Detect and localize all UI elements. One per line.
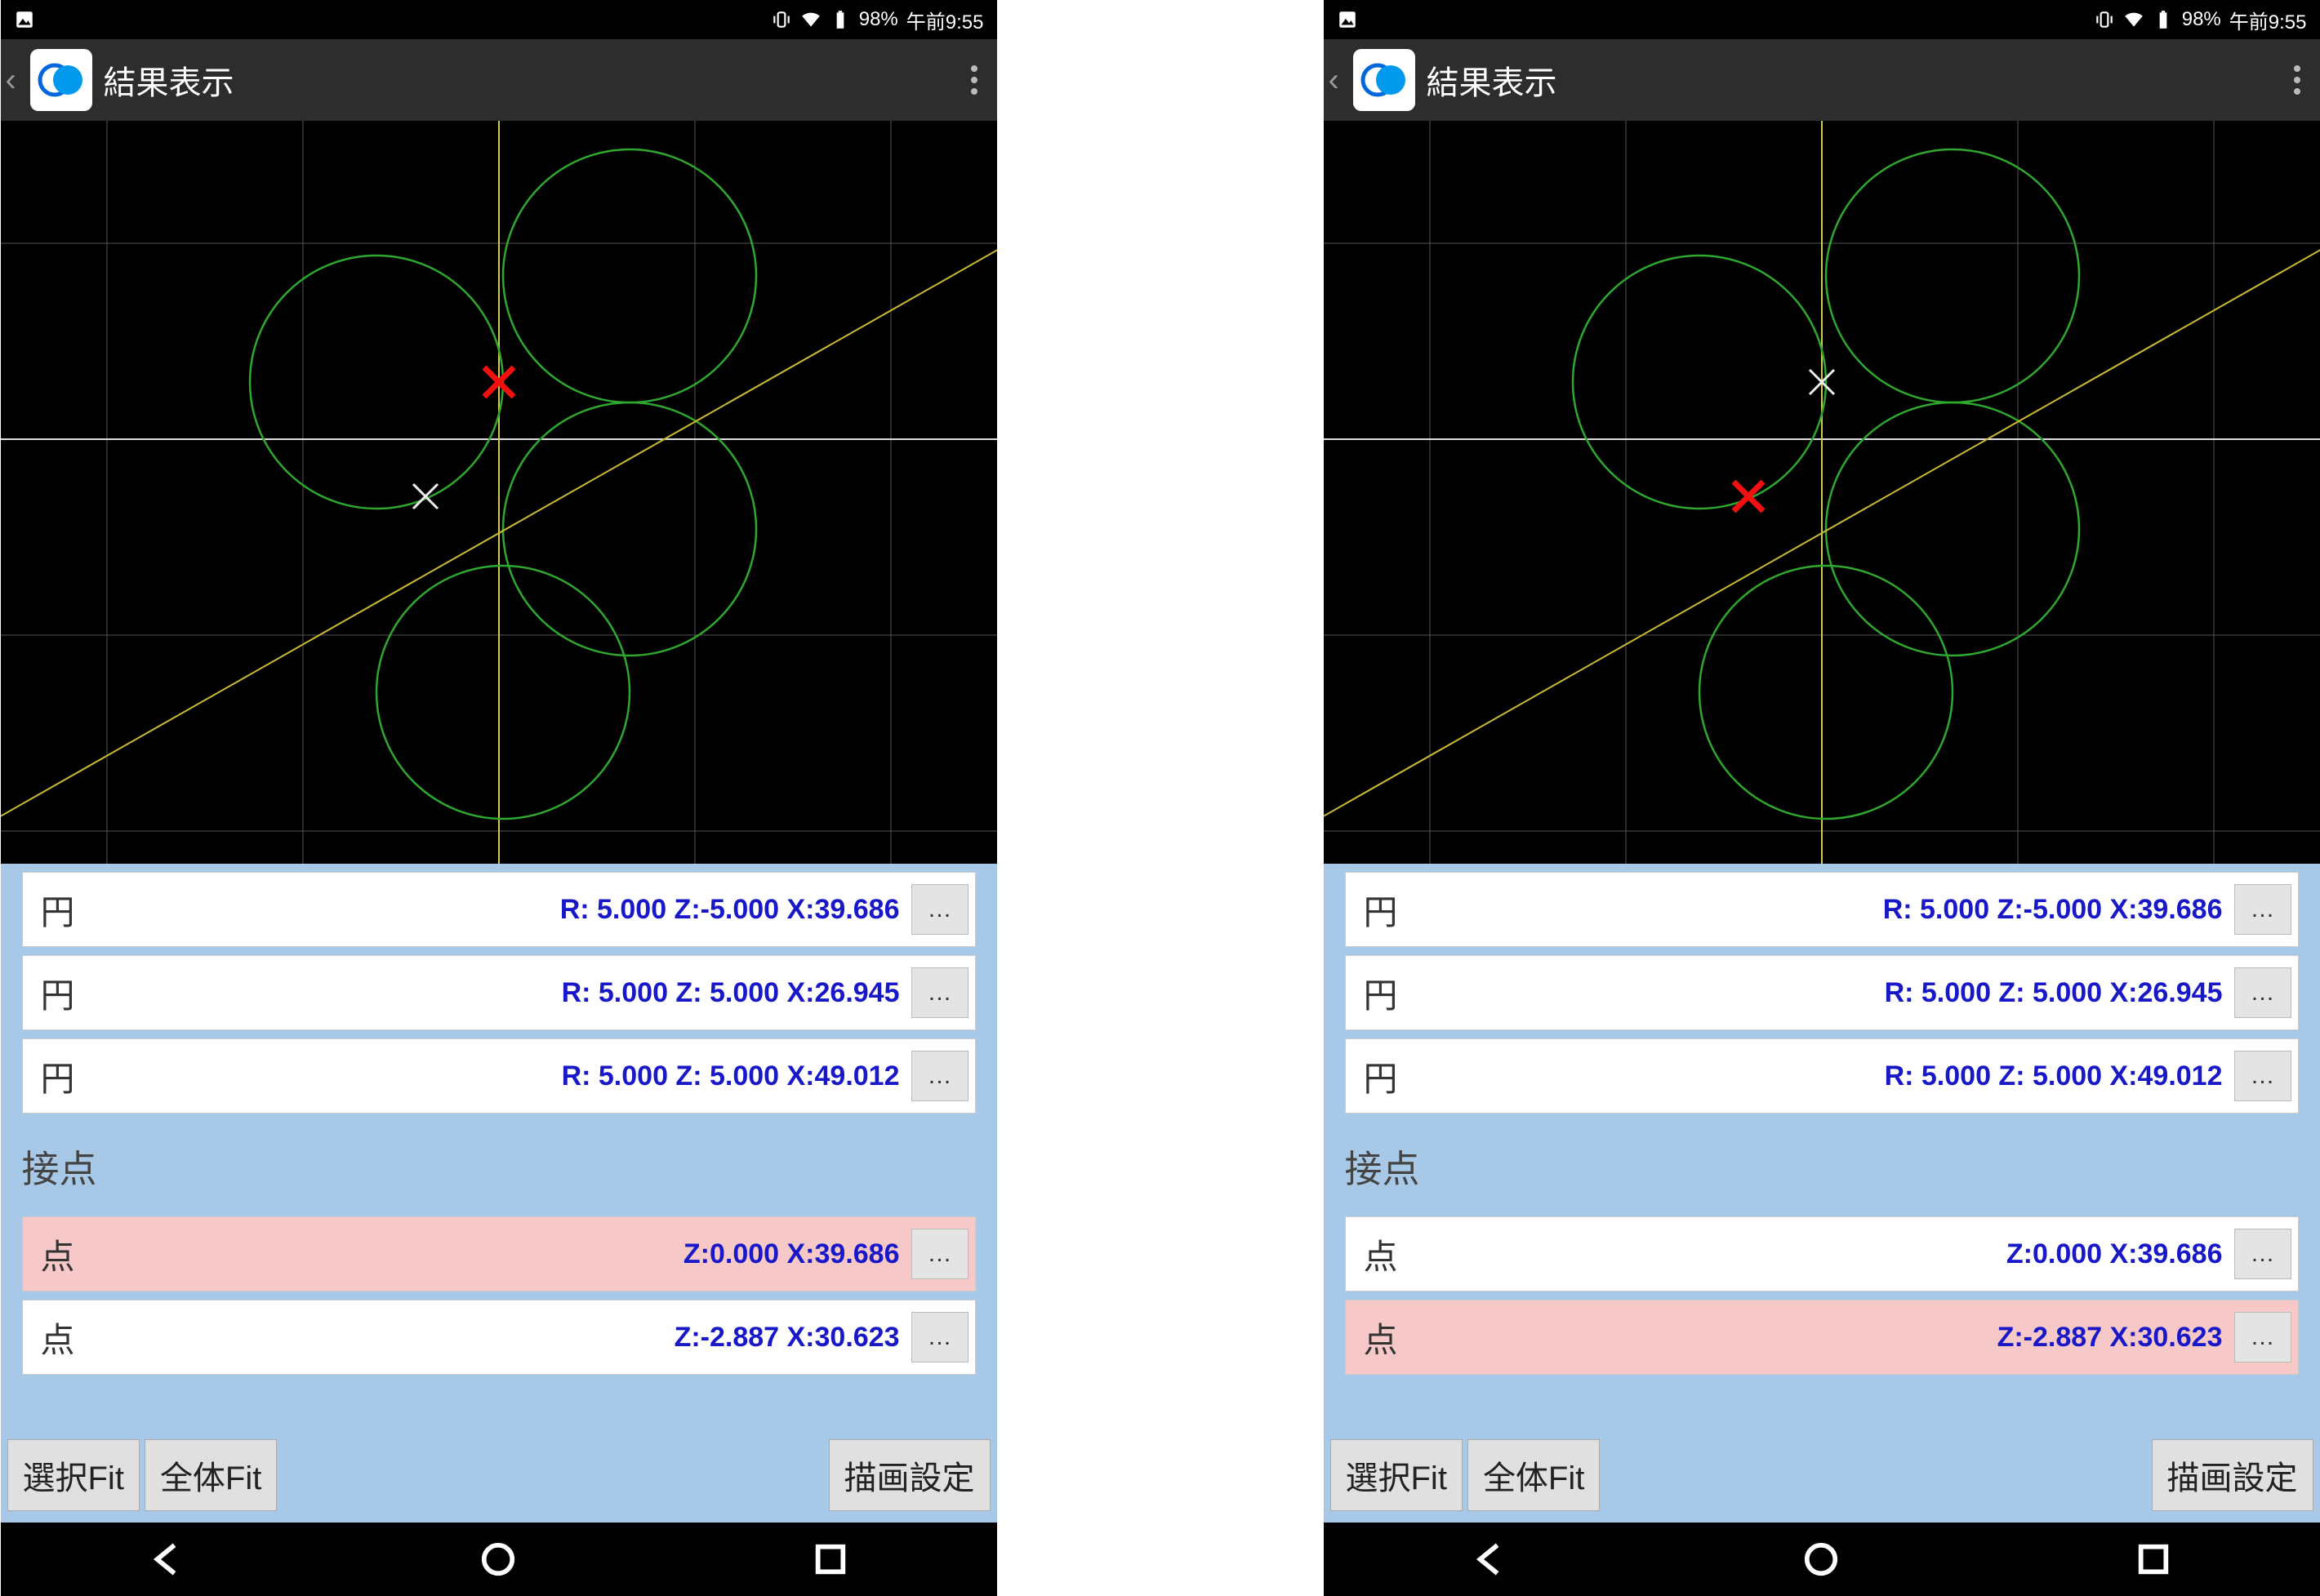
circle-row[interactable]: 円 R: 5.000 Z: 5.000 X:49.012 …: [1345, 1038, 2299, 1114]
row-value: Z:0.000 X:39.686: [1398, 1238, 2234, 1270]
picture-icon: [14, 9, 35, 30]
point-marker-selected: [1734, 482, 1763, 511]
point-marker-unselected: [413, 484, 438, 509]
row-more-button[interactable]: …: [911, 1229, 969, 1279]
row-type-label: 円: [41, 1051, 75, 1101]
row-type-label: 円: [1364, 968, 1398, 1018]
draw-settings-button[interactable]: 描画設定: [2152, 1439, 2313, 1511]
picture-icon: [1337, 9, 1358, 30]
wifi-icon: [2123, 9, 2144, 30]
wifi-icon: [800, 9, 822, 30]
device-left: 98% 午前9:55 ‹ 結果表示: [1, 0, 997, 1596]
row-more-button[interactable]: …: [2234, 884, 2291, 935]
circle-row[interactable]: 円 R: 5.000 Z: 5.000 X:49.012 …: [22, 1038, 976, 1114]
overflow-menu-icon[interactable]: [2284, 60, 2310, 100]
row-value: Z:-2.887 X:30.623: [75, 1322, 911, 1354]
row-type-label: 円: [41, 885, 75, 935]
draw-settings-button[interactable]: 描画設定: [829, 1439, 991, 1511]
circle-row[interactable]: 円 R: 5.000 Z: 5.000 X:26.945 …: [1345, 955, 2299, 1030]
select-fit-button[interactable]: 選択Fit: [7, 1439, 140, 1511]
results-panel: 円 R: 5.000 Z:-5.000 X:39.686 … 円 R: 5.00…: [1324, 864, 2320, 1523]
app-icon: [1353, 49, 1415, 111]
circle-row[interactable]: 円 R: 5.000 Z:-5.000 X:39.686 …: [22, 872, 976, 947]
tangent-point-row[interactable]: 点 Z:0.000 X:39.686 …: [1345, 1216, 2299, 1291]
results-panel: 円 R: 5.000 Z:-5.000 X:39.686 … 円 R: 5.00…: [1, 864, 997, 1523]
row-value: R: 5.000 Z: 5.000 X:26.945: [1398, 977, 2234, 1009]
section-title-tangent: 接点: [1, 1122, 997, 1208]
clock: 午前9:55: [2229, 6, 2307, 34]
nav-recent-icon[interactable]: [812, 1540, 849, 1578]
device-right: 98% 午前9:55 ‹ 結果表示: [1324, 0, 2320, 1596]
circle-row[interactable]: 円 R: 5.000 Z:-5.000 X:39.686 …: [1345, 872, 2299, 947]
row-type-label: 点: [1364, 1313, 1398, 1363]
row-more-button[interactable]: …: [911, 884, 969, 935]
status-bar: 98% 午前9:55: [1, 0, 997, 39]
back-icon[interactable]: ‹: [1329, 62, 1342, 99]
page-title: 結果表示: [104, 56, 950, 104]
row-value: R: 5.000 Z: 5.000 X:49.012: [1398, 1060, 2234, 1092]
all-fit-button[interactable]: 全体Fit: [1467, 1439, 1600, 1511]
battery-pct: 98%: [859, 8, 898, 31]
row-value: R: 5.000 Z: 5.000 X:26.945: [75, 977, 911, 1009]
vibrate-icon: [771, 9, 792, 30]
battery-pct: 98%: [2182, 8, 2221, 31]
battery-icon: [830, 9, 851, 30]
row-more-button[interactable]: …: [2234, 1229, 2291, 1279]
row-more-button[interactable]: …: [2234, 1051, 2291, 1101]
app-icon: [30, 49, 92, 111]
overflow-menu-icon[interactable]: [961, 60, 987, 100]
section-title-tangent: 接点: [1324, 1122, 2320, 1208]
row-more-button[interactable]: …: [911, 1051, 969, 1101]
row-value: Z:0.000 X:39.686: [75, 1238, 911, 1270]
tangent-point-row[interactable]: 点 Z:0.000 X:39.686 …: [22, 1216, 976, 1291]
row-more-button[interactable]: …: [2234, 967, 2291, 1018]
page-title: 結果表示: [1427, 56, 2273, 104]
circle-row[interactable]: 円 R: 5.000 Z: 5.000 X:26.945 …: [22, 955, 976, 1030]
vibrate-icon: [2094, 9, 2115, 30]
app-bar: ‹ 結果表示: [1, 39, 997, 121]
row-more-button[interactable]: …: [911, 1312, 969, 1363]
all-fit-button[interactable]: 全体Fit: [145, 1439, 277, 1511]
tangent-point-row[interactable]: 点 Z:-2.887 X:30.623 …: [22, 1300, 976, 1375]
row-more-button[interactable]: …: [2234, 1312, 2291, 1363]
battery-icon: [2153, 9, 2174, 30]
row-type-label: 円: [41, 968, 75, 1018]
nav-back-icon[interactable]: [1471, 1540, 1508, 1578]
row-value: R: 5.000 Z:-5.000 X:39.686: [75, 894, 911, 926]
row-type-label: 円: [1364, 1051, 1398, 1101]
row-type-label: 点: [41, 1313, 75, 1363]
row-value: R: 5.000 Z:-5.000 X:39.686: [1398, 894, 2234, 926]
android-nav-bar: [1, 1523, 997, 1596]
plot-canvas[interactable]: [1, 121, 997, 864]
row-type-label: 点: [41, 1229, 75, 1279]
nav-home-icon[interactable]: [479, 1540, 517, 1578]
plot-canvas[interactable]: [1324, 121, 2320, 864]
row-value: Z:-2.887 X:30.623: [1398, 1322, 2234, 1354]
row-type-label: 円: [1364, 885, 1398, 935]
tangent-point-row[interactable]: 点 Z:-2.887 X:30.623 …: [1345, 1300, 2299, 1375]
android-nav-bar: [1324, 1523, 2320, 1596]
nav-back-icon[interactable]: [148, 1540, 185, 1578]
select-fit-button[interactable]: 選択Fit: [1330, 1439, 1463, 1511]
back-icon[interactable]: ‹: [6, 62, 19, 99]
app-bar: ‹ 結果表示: [1324, 39, 2320, 121]
status-bar: 98% 午前9:55: [1324, 0, 2320, 39]
clock: 午前9:55: [906, 6, 984, 34]
nav-recent-icon[interactable]: [2135, 1540, 2172, 1578]
nav-home-icon[interactable]: [1802, 1540, 1840, 1578]
row-value: R: 5.000 Z: 5.000 X:49.012: [75, 1060, 911, 1092]
row-more-button[interactable]: …: [911, 967, 969, 1018]
row-type-label: 点: [1364, 1229, 1398, 1279]
